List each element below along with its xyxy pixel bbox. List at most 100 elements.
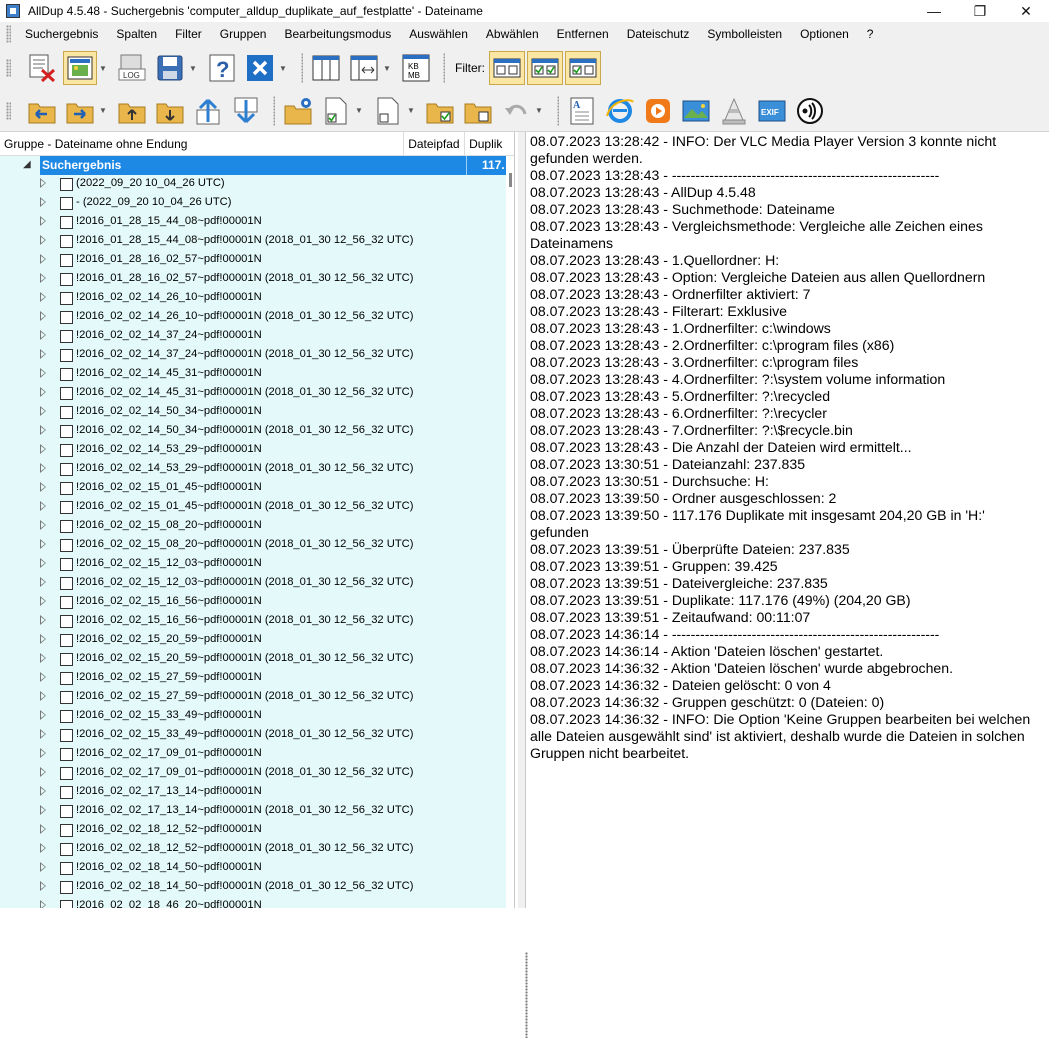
group-checkbox[interactable] bbox=[60, 767, 73, 780]
expand-arrow-icon[interactable] bbox=[40, 862, 46, 872]
group-checkbox[interactable] bbox=[60, 577, 73, 590]
expand-arrow-icon[interactable] bbox=[40, 710, 46, 720]
expand-arrow-icon[interactable] bbox=[40, 520, 46, 530]
expand-arrow-icon[interactable] bbox=[40, 216, 46, 226]
tree-group-row[interactable]: !2016_02_02_14_26_10~pdf!00001N bbox=[0, 289, 506, 308]
tree-group-row[interactable]: - (2022_09_20 10_04_26 UTC) bbox=[0, 194, 506, 213]
expand-arrow-icon[interactable] bbox=[40, 387, 46, 397]
tree-group-row[interactable]: !2016_02_02_15_01_45~pdf!00001N bbox=[0, 479, 506, 498]
expand-arrow-icon[interactable] bbox=[40, 691, 46, 701]
group-checkbox[interactable] bbox=[60, 254, 73, 267]
select-file-dropdown[interactable]: ▼ bbox=[355, 106, 363, 115]
expand-arrow-icon[interactable] bbox=[40, 311, 46, 321]
expand-arrow-icon[interactable] bbox=[40, 425, 46, 435]
menu-spalten[interactable]: Spalten bbox=[116, 27, 157, 41]
internet-explorer-button[interactable] bbox=[603, 94, 637, 128]
group-checkbox[interactable] bbox=[60, 406, 73, 419]
audio-button[interactable] bbox=[793, 94, 827, 128]
group-checkbox[interactable] bbox=[60, 330, 73, 343]
expand-arrow-icon[interactable] bbox=[40, 596, 46, 606]
text-viewer-button[interactable]: A bbox=[565, 94, 599, 128]
column-width-dropdown[interactable]: ▼ bbox=[383, 64, 391, 73]
tree-root-label[interactable]: Suchergebnis bbox=[40, 156, 466, 175]
vlc-button[interactable] bbox=[717, 94, 751, 128]
expand-arrow-icon[interactable] bbox=[40, 577, 46, 587]
group-checkbox[interactable] bbox=[60, 273, 73, 286]
menu-auswaehlen[interactable]: Auswählen bbox=[409, 27, 468, 41]
expand-arrow-icon[interactable] bbox=[40, 539, 46, 549]
tree-group-row[interactable]: !2016_02_02_18_14_50~pdf!00001N bbox=[0, 859, 506, 878]
group-checkbox[interactable] bbox=[60, 729, 73, 742]
tree-group-row[interactable]: !2016_02_02_17_09_01~pdf!00001N (2018_01… bbox=[0, 764, 506, 783]
tree-group-row[interactable]: !2016_02_02_14_26_10~pdf!00001N (2018_01… bbox=[0, 308, 506, 327]
column-width-button[interactable] bbox=[347, 51, 381, 85]
preview-toggle-button[interactable] bbox=[63, 51, 97, 85]
expand-arrow-icon[interactable] bbox=[40, 406, 46, 416]
select-folder-button[interactable] bbox=[423, 94, 457, 128]
tree-group-row[interactable]: !2016_02_02_17_13_14~pdf!00001N bbox=[0, 783, 506, 802]
toolbar-grip[interactable] bbox=[6, 59, 11, 77]
tree-group-row[interactable]: !2016_02_02_15_27_59~pdf!00001N bbox=[0, 669, 506, 688]
tree-group-row[interactable]: !2016_02_02_17_09_01~pdf!00001N bbox=[0, 745, 506, 764]
tree-group-row[interactable]: !2016_02_02_15_33_49~pdf!00001N bbox=[0, 707, 506, 726]
group-checkbox[interactable] bbox=[60, 235, 73, 248]
expand-arrow-icon[interactable] bbox=[40, 634, 46, 644]
folder-down-button[interactable] bbox=[153, 94, 187, 128]
media-player-button[interactable] bbox=[641, 94, 675, 128]
expand-arrow-icon[interactable] bbox=[40, 178, 46, 188]
menu-dateischutz[interactable]: Dateischutz bbox=[627, 27, 690, 41]
menu-bearbeitungsmodus[interactable]: Bearbeitungsmodus bbox=[284, 27, 391, 41]
menu-entfernen[interactable]: Entfernen bbox=[557, 27, 609, 41]
group-checkbox[interactable] bbox=[60, 501, 73, 514]
expand-arrow-icon[interactable] bbox=[40, 748, 46, 758]
maximize-button[interactable]: ❐ bbox=[957, 0, 1003, 22]
toolbar-grip[interactable] bbox=[6, 101, 11, 120]
minimize-button[interactable]: — bbox=[911, 0, 957, 22]
group-checkbox[interactable] bbox=[60, 387, 73, 400]
tree-group-row[interactable]: !2016_02_02_15_20_59~pdf!00001N (2018_01… bbox=[0, 650, 506, 669]
tree-group-row[interactable]: !2016_02_02_15_12_03~pdf!00001N (2018_01… bbox=[0, 574, 506, 593]
tree-group-row[interactable]: !2016_02_02_15_08_20~pdf!00001N (2018_01… bbox=[0, 536, 506, 555]
expand-arrow-icon[interactable] bbox=[40, 254, 46, 264]
tree-group-row[interactable]: (2022_09_20 10_04_26 UTC) bbox=[0, 175, 506, 194]
expand-arrow-icon[interactable] bbox=[40, 824, 46, 834]
tree-group-row[interactable]: !2016_02_02_15_16_56~pdf!00001N bbox=[0, 593, 506, 612]
group-checkbox[interactable] bbox=[60, 558, 73, 571]
folder-up-button[interactable] bbox=[115, 94, 149, 128]
tree-group-row[interactable]: !2016_02_02_17_13_14~pdf!00001N (2018_01… bbox=[0, 802, 506, 821]
expand-arrow-icon[interactable] bbox=[40, 501, 46, 511]
expand-arrow-icon[interactable] bbox=[40, 653, 46, 663]
expand-arrow-icon[interactable] bbox=[40, 444, 46, 454]
group-checkbox[interactable] bbox=[60, 862, 73, 875]
group-checkbox[interactable] bbox=[60, 425, 73, 438]
cancel-dropdown[interactable]: ▼ bbox=[279, 64, 287, 73]
menu-grip[interactable] bbox=[6, 25, 11, 43]
tree-group-row[interactable]: !2016_01_28_15_44_08~pdf!00001N bbox=[0, 213, 506, 232]
move-up-button[interactable] bbox=[191, 94, 225, 128]
expand-arrow-icon[interactable] bbox=[40, 805, 46, 815]
group-checkbox[interactable] bbox=[60, 520, 73, 533]
log-button[interactable]: LOG bbox=[115, 51, 149, 85]
unselect-folder-button[interactable] bbox=[461, 94, 495, 128]
cancel-button[interactable] bbox=[243, 51, 277, 85]
tree-group-row[interactable]: !2016_02_02_14_53_29~pdf!00001N (2018_01… bbox=[0, 460, 506, 479]
column-header-path[interactable]: Dateipfad bbox=[404, 132, 466, 155]
columns-button[interactable] bbox=[309, 51, 343, 85]
tree-group-row[interactable]: !2016_02_02_15_27_59~pdf!00001N (2018_01… bbox=[0, 688, 506, 707]
expand-arrow-icon[interactable] bbox=[40, 330, 46, 340]
group-checkbox[interactable] bbox=[60, 178, 73, 191]
tree-group-row[interactable]: !2016_02_02_18_12_52~pdf!00001N (2018_01… bbox=[0, 840, 506, 859]
group-checkbox[interactable] bbox=[60, 482, 73, 495]
group-checkbox[interactable] bbox=[60, 463, 73, 476]
group-checkbox[interactable] bbox=[60, 311, 73, 324]
expand-arrow-icon[interactable] bbox=[40, 368, 46, 378]
expand-arrow-icon[interactable] bbox=[40, 786, 46, 796]
column-header-group[interactable]: Gruppe - Dateiname ohne Endung bbox=[0, 132, 405, 155]
filter-partial-button[interactable] bbox=[565, 51, 601, 85]
expand-arrow-icon[interactable] bbox=[40, 463, 46, 473]
group-checkbox[interactable] bbox=[60, 786, 73, 799]
expand-arrow-icon[interactable] bbox=[40, 292, 46, 302]
tree-group-row[interactable]: !2016_02_02_15_12_03~pdf!00001N bbox=[0, 555, 506, 574]
tree-group-row[interactable]: !2016_02_02_15_08_20~pdf!00001N bbox=[0, 517, 506, 536]
group-checkbox[interactable] bbox=[60, 539, 73, 552]
